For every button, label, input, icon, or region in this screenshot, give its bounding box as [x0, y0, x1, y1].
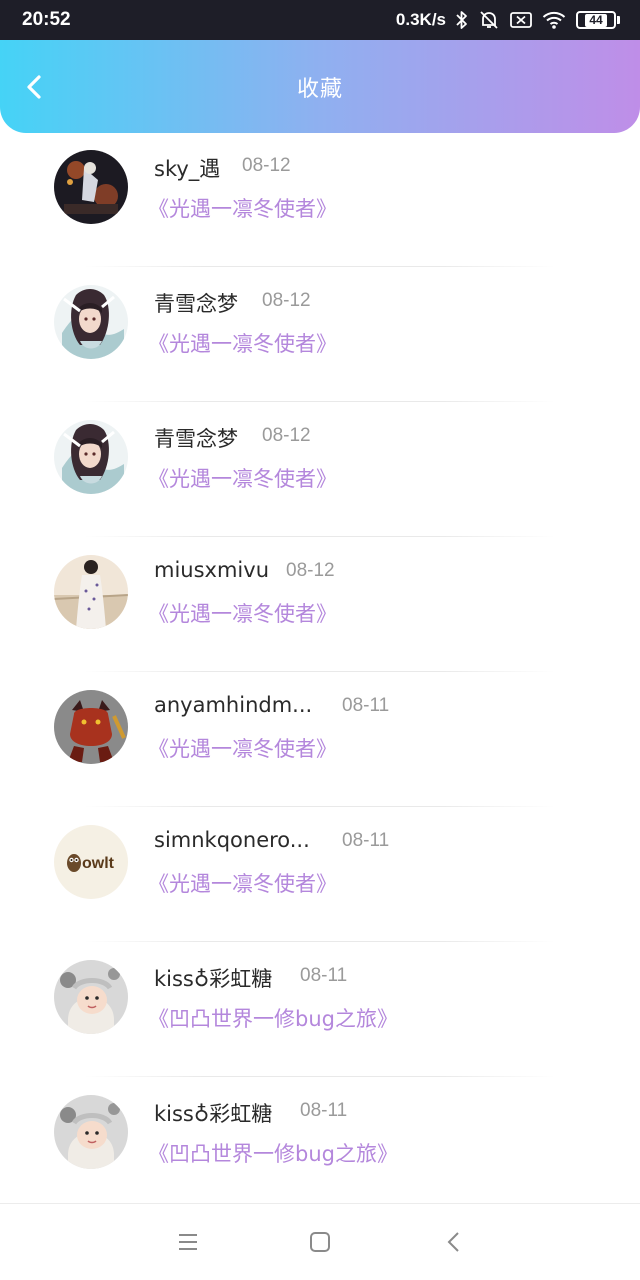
- user-name: 青雪念梦: [154, 292, 238, 316]
- work-title[interactable]: 《凹凸世界一修bug之旅》: [148, 1003, 398, 1033]
- nav-back-button[interactable]: [442, 1230, 466, 1254]
- chevron-left-icon: [27, 74, 41, 99]
- list-item[interactable]: 青雪念梦 08-12 《光遇一凛冬使者》: [0, 403, 640, 538]
- date: 08-11: [342, 830, 390, 851]
- list-item[interactable]: kiss♁彩虹糖 08-11 《凹凸世界一修bug之旅》: [0, 943, 640, 1078]
- list-item[interactable]: miusxmivu 08-12 《光遇一凛冬使者》: [0, 538, 640, 673]
- status-time: 20:52: [22, 9, 71, 30]
- date: 08-11: [300, 1100, 348, 1121]
- avatar[interactable]: owlt: [54, 825, 128, 899]
- date: 08-11: [342, 695, 390, 716]
- menu-icon: [179, 1234, 197, 1250]
- bluetooth-icon: [456, 10, 468, 30]
- user-name: sky_遇: [154, 157, 221, 181]
- sim-off-icon: [510, 11, 532, 29]
- avatar[interactable]: [54, 1095, 128, 1169]
- date: 08-12: [242, 155, 291, 176]
- avatar[interactable]: [54, 690, 128, 764]
- list-item[interactable]: sky_遇 08-12 《光遇一凛冬使者》: [0, 133, 640, 268]
- network-speed: 0.3K/s: [395, 10, 446, 29]
- divider: [84, 1076, 556, 1077]
- divider: [84, 266, 556, 267]
- work-title[interactable]: 《光遇一凛冬使者》: [148, 598, 337, 628]
- system-nav-bar: [0, 1203, 640, 1280]
- divider: [84, 536, 556, 537]
- work-title[interactable]: 《光遇一凛冬使者》: [148, 328, 337, 358]
- battery-level: 44: [585, 13, 607, 27]
- work-title[interactable]: 《凹凸世界一修bug之旅》: [148, 1138, 398, 1168]
- list-item[interactable]: kiss♁彩虹糖 08-11 《凹凸世界一修bug之旅》: [0, 1078, 640, 1203]
- home-button[interactable]: [308, 1230, 332, 1254]
- user-name: 青雪念梦: [154, 427, 238, 451]
- menu-button[interactable]: [176, 1230, 200, 1254]
- divider: [84, 806, 556, 807]
- status-icons: 0.3K/s 44: [396, 10, 620, 30]
- date: 08-12: [262, 425, 311, 446]
- user-name: miusxmivu: [154, 558, 269, 582]
- work-title[interactable]: 《光遇一凛冬使者》: [148, 868, 337, 898]
- list-item[interactable]: anyamhindm... 08-11 《光遇一凛冬使者》: [0, 673, 640, 808]
- page-title: 收藏: [296, 76, 343, 102]
- avatar[interactable]: [54, 555, 128, 629]
- divider: [84, 671, 556, 672]
- mute-icon: [478, 10, 500, 30]
- avatar[interactable]: [54, 285, 128, 359]
- avatar-logo-text: owlt: [82, 855, 115, 872]
- home-icon: [310, 1232, 330, 1252]
- status-bar: 20:52 0.3K/s 44: [0, 0, 640, 40]
- work-title[interactable]: 《光遇一凛冬使者》: [148, 733, 337, 763]
- back-icon: [447, 1232, 459, 1252]
- avatar[interactable]: [54, 150, 128, 224]
- user-name: kiss♁彩虹糖: [154, 967, 273, 991]
- avatar[interactable]: [54, 420, 128, 494]
- user-name: kiss♁彩虹糖: [154, 1102, 273, 1126]
- avatar[interactable]: [54, 960, 128, 1034]
- header-bar: 收藏: [0, 40, 640, 133]
- divider: [84, 941, 556, 942]
- list-item[interactable]: 青雪念梦 08-12 《光遇一凛冬使者》: [0, 268, 640, 403]
- battery-icon: 44: [576, 11, 620, 29]
- user-name: anyamhindm...: [154, 693, 313, 717]
- back-button[interactable]: [18, 69, 50, 105]
- work-title[interactable]: 《光遇一凛冬使者》: [148, 193, 337, 223]
- date: 08-12: [262, 290, 311, 311]
- date: 08-11: [300, 965, 348, 986]
- work-title[interactable]: 《光遇一凛冬使者》: [148, 463, 337, 493]
- wifi-icon: [542, 10, 566, 30]
- list-item[interactable]: owlt simnkqonero... 08-11 《光遇一凛冬使者》: [0, 808, 640, 943]
- date: 08-12: [286, 560, 335, 581]
- favorites-list: sky_遇 08-12 《光遇一凛冬使者》 青雪念梦 08-12 《光遇一凛冬使…: [0, 133, 640, 1203]
- user-name: simnkqonero...: [154, 828, 310, 852]
- divider: [84, 401, 556, 402]
